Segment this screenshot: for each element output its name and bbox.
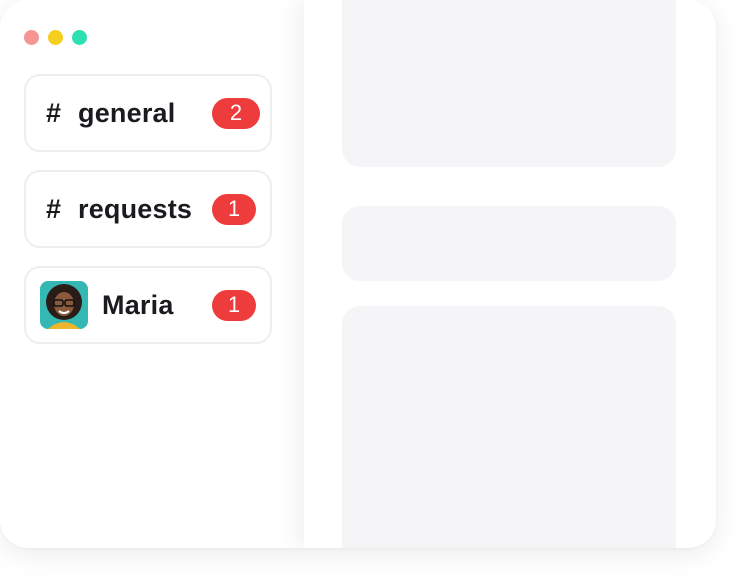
avatar — [40, 281, 88, 329]
content-pane — [304, 0, 716, 548]
close-window-button[interactable] — [24, 30, 39, 45]
dm-label: Maria — [102, 289, 174, 320]
placeholder-block — [342, 206, 676, 281]
user-photo-icon — [40, 281, 88, 329]
window-controls — [24, 30, 87, 45]
unread-badge: 1 — [212, 193, 256, 225]
hash-icon: # — [46, 97, 62, 128]
dm-item-maria[interactable]: Maria 1 — [24, 266, 272, 344]
app-window: # general 2 # requests 1 Maria 1 — [0, 0, 716, 548]
unread-badge: 1 — [212, 289, 256, 321]
maximize-window-button[interactable] — [72, 30, 87, 45]
channel-item-general[interactable]: # general 2 — [24, 74, 272, 152]
placeholder-block — [342, 0, 676, 167]
minimize-window-button[interactable] — [48, 30, 63, 45]
unread-badge: 2 — [212, 97, 260, 129]
hash-icon: # — [46, 193, 62, 224]
channel-item-requests[interactable]: # requests 1 — [24, 170, 272, 248]
sidebar: # general 2 # requests 1 Maria 1 — [0, 0, 300, 548]
channel-label: general — [78, 97, 176, 128]
placeholder-block — [342, 306, 676, 548]
channel-label: requests — [78, 193, 193, 224]
